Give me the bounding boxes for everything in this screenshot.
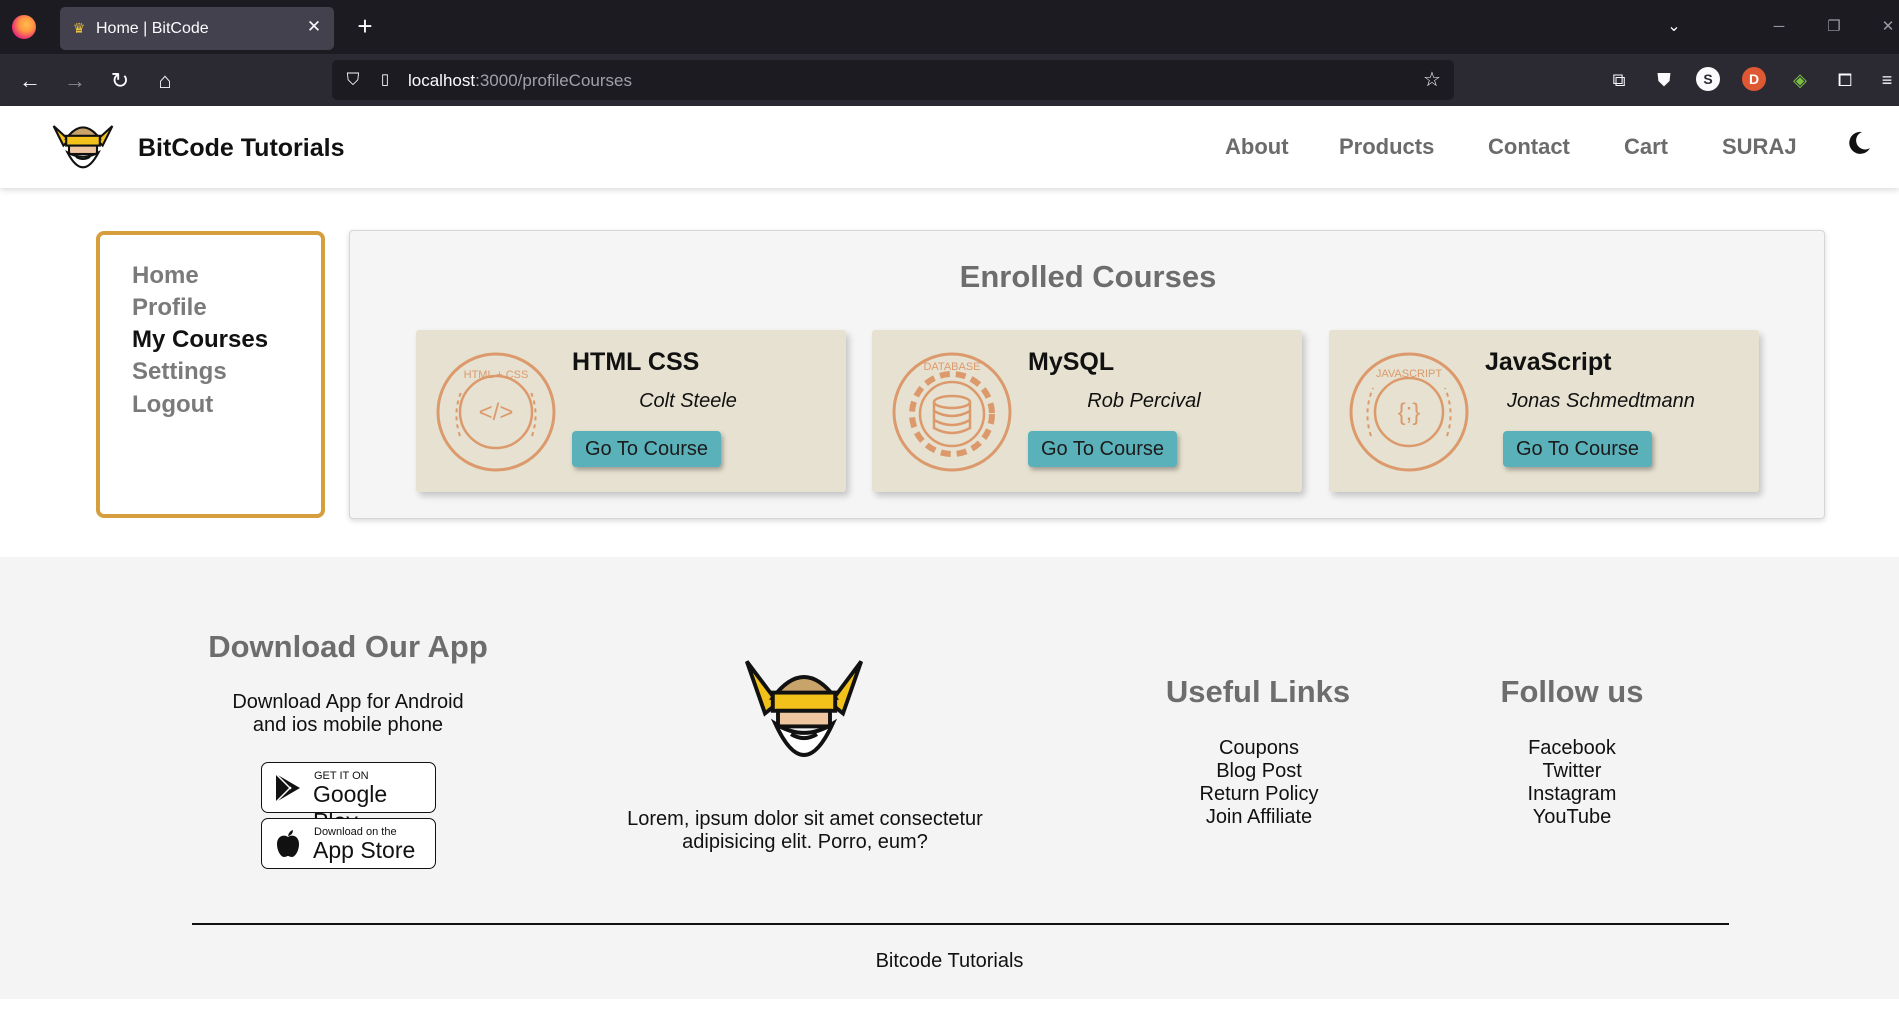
go-to-course-button[interactable]: Go To Course — [572, 431, 722, 467]
chevron-down-icon[interactable]: ⌄ — [1660, 13, 1688, 41]
page-info-icon[interactable]: ▯ — [376, 69, 394, 91]
forward-icon[interactable]: → — [60, 66, 90, 96]
close-tab-icon[interactable]: ✕ — [304, 17, 324, 37]
enrolled-courses-title: Enrolled Courses — [959, 259, 1217, 294]
new-tab-icon[interactable]: + — [350, 11, 380, 41]
copyright-text: Bitcode Tutorials — [875, 950, 1024, 972]
course-card-mysql: DATABASE MySQL Rob Percival Go To Course — [872, 330, 1302, 492]
useful-links-heading: Useful Links — [1165, 674, 1351, 709]
pocket-icon[interactable]: ⛊ — [1650, 66, 1678, 94]
sidebar-item-settings[interactable]: Settings — [132, 358, 227, 386]
enrolled-courses-panel: Enrolled Courses HTML + CSS </> HTML CSS… — [349, 230, 1825, 519]
sidebar-item-logout[interactable]: Logout — [132, 391, 213, 419]
social-link-facebook[interactable]: Facebook — [1472, 737, 1672, 760]
course-card-javascript: JAVASCRIPT {;} JavaScript Jonas Schmedtm… — [1329, 330, 1759, 492]
moon-icon[interactable] — [1844, 128, 1874, 158]
extensions-icon[interactable]: ⧠ — [1831, 66, 1859, 94]
course-author: Jonas Schmedtmann — [1507, 390, 1695, 412]
menu-icon[interactable]: ≡ — [1873, 66, 1899, 94]
url-host: localhost — [408, 71, 476, 90]
footer-link-join-affiliate[interactable]: Join Affiliate — [1159, 806, 1359, 829]
colorful-extension-icon[interactable]: ◈ — [1786, 66, 1814, 94]
html-css-badge-icon: HTML + CSS </> — [436, 352, 556, 472]
browser-nav-bar: ← → ↻ ⌂ ⛉ ▯ localhost:3000/profileCourse… — [0, 54, 1899, 106]
bitcode-footer-logo-icon — [744, 660, 864, 757]
social-link-twitter[interactable]: Twitter — [1472, 760, 1672, 783]
social-link-youtube[interactable]: YouTube — [1472, 806, 1672, 829]
nav-user[interactable]: SURAJ — [1722, 134, 1797, 160]
url-path: :3000/profileCourses — [475, 71, 632, 90]
minimize-icon[interactable]: ─ — [1759, 10, 1799, 44]
s-extension-icon[interactable]: S — [1696, 67, 1720, 91]
home-icon[interactable]: ⌂ — [150, 66, 180, 96]
course-title[interactable]: HTML CSS — [572, 348, 699, 377]
download-app-heading: Download Our App — [208, 629, 488, 664]
javascript-badge-icon: JAVASCRIPT {;} — [1349, 352, 1469, 472]
brand-name[interactable]: BitCode Tutorials — [138, 134, 344, 163]
sidebar-item-home[interactable]: Home — [132, 262, 199, 290]
reload-icon[interactable]: ↻ — [105, 66, 135, 96]
nav-contact[interactable]: Contact — [1488, 134, 1570, 160]
badge-symbol: {;} — [1398, 399, 1421, 426]
close-window-icon[interactable]: ✕ — [1868, 10, 1899, 44]
badge-label: JAVASCRIPT — [1376, 368, 1442, 380]
badge-label: HTML + CSS — [464, 369, 529, 381]
nav-about[interactable]: About — [1225, 134, 1289, 160]
site-footer: Download Our App Download App for Androi… — [0, 557, 1899, 999]
tracking-protection-icon[interactable]: ⛉ — [342, 69, 364, 91]
about-text-line2: adipisicing elit. Porro, eum? — [682, 831, 928, 853]
apple-icon — [277, 830, 299, 857]
social-link-instagram[interactable]: Instagram — [1472, 783, 1672, 806]
course-author: Colt Steele — [639, 390, 737, 412]
go-to-course-button[interactable]: Go To Course — [1028, 431, 1178, 467]
site-header: BitCode Tutorials About Products Contact… — [0, 106, 1899, 188]
duckduckgo-icon[interactable]: D — [1742, 67, 1766, 91]
bitcode-logo-icon[interactable] — [48, 112, 118, 182]
app-store-button[interactable]: Download on the App Store — [261, 818, 436, 869]
tab-title: Home | BitCode — [96, 20, 209, 37]
back-icon[interactable]: ← — [15, 66, 45, 96]
footer-divider — [192, 923, 1729, 925]
course-title[interactable]: MySQL — [1028, 348, 1114, 377]
address-bar[interactable]: ⛉ ▯ localhost:3000/profileCourses ☆ — [332, 60, 1454, 100]
tab-favicon-icon: ♛ — [72, 20, 86, 36]
download-app-text-line2: and ios mobile phone — [252, 714, 444, 736]
course-author: Rob Percival — [1087, 390, 1201, 412]
footer-link-coupons[interactable]: Coupons — [1159, 737, 1359, 760]
footer-link-return-policy[interactable]: Return Policy — [1159, 783, 1359, 806]
downloads-icon[interactable]: ⧉ — [1605, 66, 1633, 94]
download-app-text-line1: Download App for Android — [232, 691, 464, 713]
nav-products[interactable]: Products — [1339, 134, 1434, 160]
browser-tab[interactable]: ♛ Home | BitCode ✕ — [60, 7, 334, 50]
sidebar-item-my-courses[interactable]: My Courses — [132, 326, 268, 354]
course-card-html-css: HTML + CSS </> HTML CSS Colt Steele Go T… — [416, 330, 846, 492]
badge-label: DATABASE — [923, 361, 980, 373]
url-text[interactable]: localhost:3000/profileCourses — [408, 71, 632, 91]
app-store-big-text: App Store — [313, 837, 416, 863]
about-text-line1: Lorem, ipsum dolor sit amet consectetur — [627, 808, 983, 830]
badge-symbol: </> — [479, 399, 514, 426]
bookmark-star-icon[interactable]: ☆ — [1420, 68, 1444, 92]
profile-sidebar: Home Profile My Courses Settings Logout — [96, 231, 325, 518]
database-badge-icon: DATABASE — [892, 352, 1012, 472]
sidebar-item-profile[interactable]: Profile — [132, 294, 207, 322]
firefox-icon[interactable] — [12, 15, 36, 39]
course-title[interactable]: JavaScript — [1485, 348, 1611, 377]
footer-link-blog-post[interactable]: Blog Post — [1159, 760, 1359, 783]
follow-us-heading: Follow us — [1500, 674, 1644, 709]
google-play-button[interactable]: GET IT ON Google Play — [261, 762, 436, 834]
google-play-icon — [275, 773, 300, 803]
browser-tab-bar: ♛ Home | BitCode ✕ + ⌄ ─ ❐ ✕ — [0, 0, 1899, 54]
go-to-course-button[interactable]: Go To Course — [1503, 431, 1653, 467]
restore-icon[interactable]: ❐ — [1814, 10, 1854, 44]
nav-cart[interactable]: Cart — [1624, 134, 1668, 160]
